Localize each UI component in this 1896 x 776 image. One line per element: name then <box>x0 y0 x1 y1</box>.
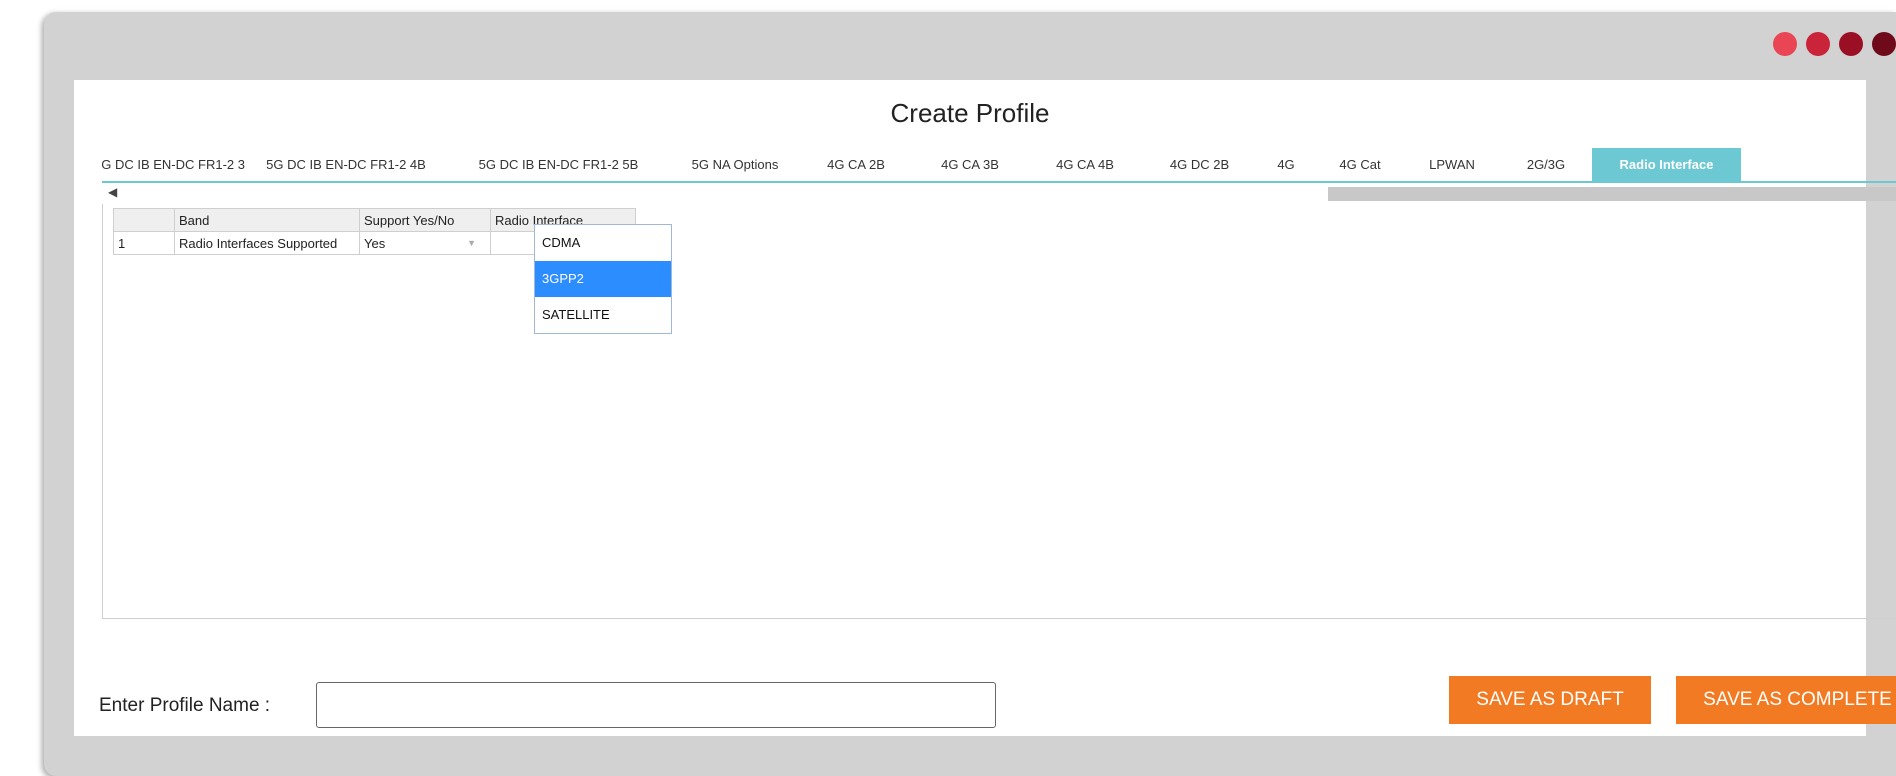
dropdown-option-satellite[interactable]: SATELLITE <box>535 297 671 333</box>
tab-4g-ca-2b[interactable]: 4G CA 2B <box>799 148 913 181</box>
tab-5g-na-options[interactable]: 5G NA Options <box>671 148 799 181</box>
grid-header-support: Support Yes/No <box>359 208 491 232</box>
page-title: Create Profile <box>890 98 1050 128</box>
tab-lpwan[interactable]: LPWAN <box>1404 148 1500 181</box>
tab-radio-interface[interactable]: Radio Interface <box>1592 148 1741 181</box>
grid-header-index <box>113 208 175 232</box>
window-dot-4[interactable] <box>1872 32 1896 56</box>
window-dot-2[interactable] <box>1806 32 1830 56</box>
app-window: Create Profile 5G DC IB EN-DC FR1-2 3B 5… <box>44 12 1896 776</box>
window-dot-1[interactable] <box>1773 32 1797 56</box>
horizontal-scrollbar[interactable]: ◀ ▶ <box>102 183 1896 203</box>
tab-5g-dc-ib-en-dc-fr1-2-4b[interactable]: 5G DC IB EN-DC FR1-2 4B <box>246 148 446 181</box>
tab-5g-dc-ib-en-dc-fr1-2-5b[interactable]: 5G DC IB EN-DC FR1-2 5B <box>446 148 671 181</box>
row-index: 1 <box>113 231 175 255</box>
tab-4g-ca-3b[interactable]: 4G CA 3B <box>913 148 1027 181</box>
tab-4g-dc-2b[interactable]: 4G DC 2B <box>1143 148 1256 181</box>
save-as-draft-button[interactable]: SAVE AS DRAFT <box>1449 676 1651 724</box>
profile-name-label: Enter Profile Name : <box>99 695 271 716</box>
scroll-left-arrow-icon[interactable]: ◀ <box>108 185 117 199</box>
content-panel: Create Profile 5G DC IB EN-DC FR1-2 3B 5… <box>74 80 1896 736</box>
support-value: Yes <box>364 235 386 251</box>
dropdown-option-3gpp2[interactable]: 3GPP2 <box>535 261 671 297</box>
dropdown-option-cdma[interactable]: CDMA <box>535 225 671 261</box>
profile-name-input[interactable] <box>316 682 996 728</box>
window-dot-3[interactable] <box>1839 32 1863 56</box>
tab-2g-3g[interactable]: 2G/3G <box>1500 148 1592 181</box>
tab-strip: 5G DC IB EN-DC FR1-2 3B 5G DC IB EN-DC F… <box>102 148 1896 183</box>
support-select-cell[interactable]: Yes ▼ <box>359 231 491 255</box>
tab-4g-cat[interactable]: 4G Cat <box>1316 148 1404 181</box>
window-dots <box>1773 32 1896 56</box>
band-cell[interactable]: Radio Interfaces Supported <box>174 231 360 255</box>
save-as-complete-button[interactable]: SAVE AS COMPLETE <box>1676 676 1896 724</box>
tab-4g-ca-4b[interactable]: 4G CA 4B <box>1027 148 1143 181</box>
chevron-down-icon[interactable]: ▼ <box>467 238 476 248</box>
grid-panel: Band Support Yes/No Radio Interface 1 Ra… <box>102 204 1896 619</box>
tab-5g-dc-ib-en-dc-fr1-2-3b[interactable]: 5G DC IB EN-DC FR1-2 3B <box>102 148 246 181</box>
scroll-thumb[interactable] <box>1328 187 1896 201</box>
radio-interface-dropdown: CDMA 3GPP2 SATELLITE <box>534 224 672 334</box>
tab-4g[interactable]: 4G <box>1256 148 1316 181</box>
grid-header-band: Band <box>174 208 360 232</box>
